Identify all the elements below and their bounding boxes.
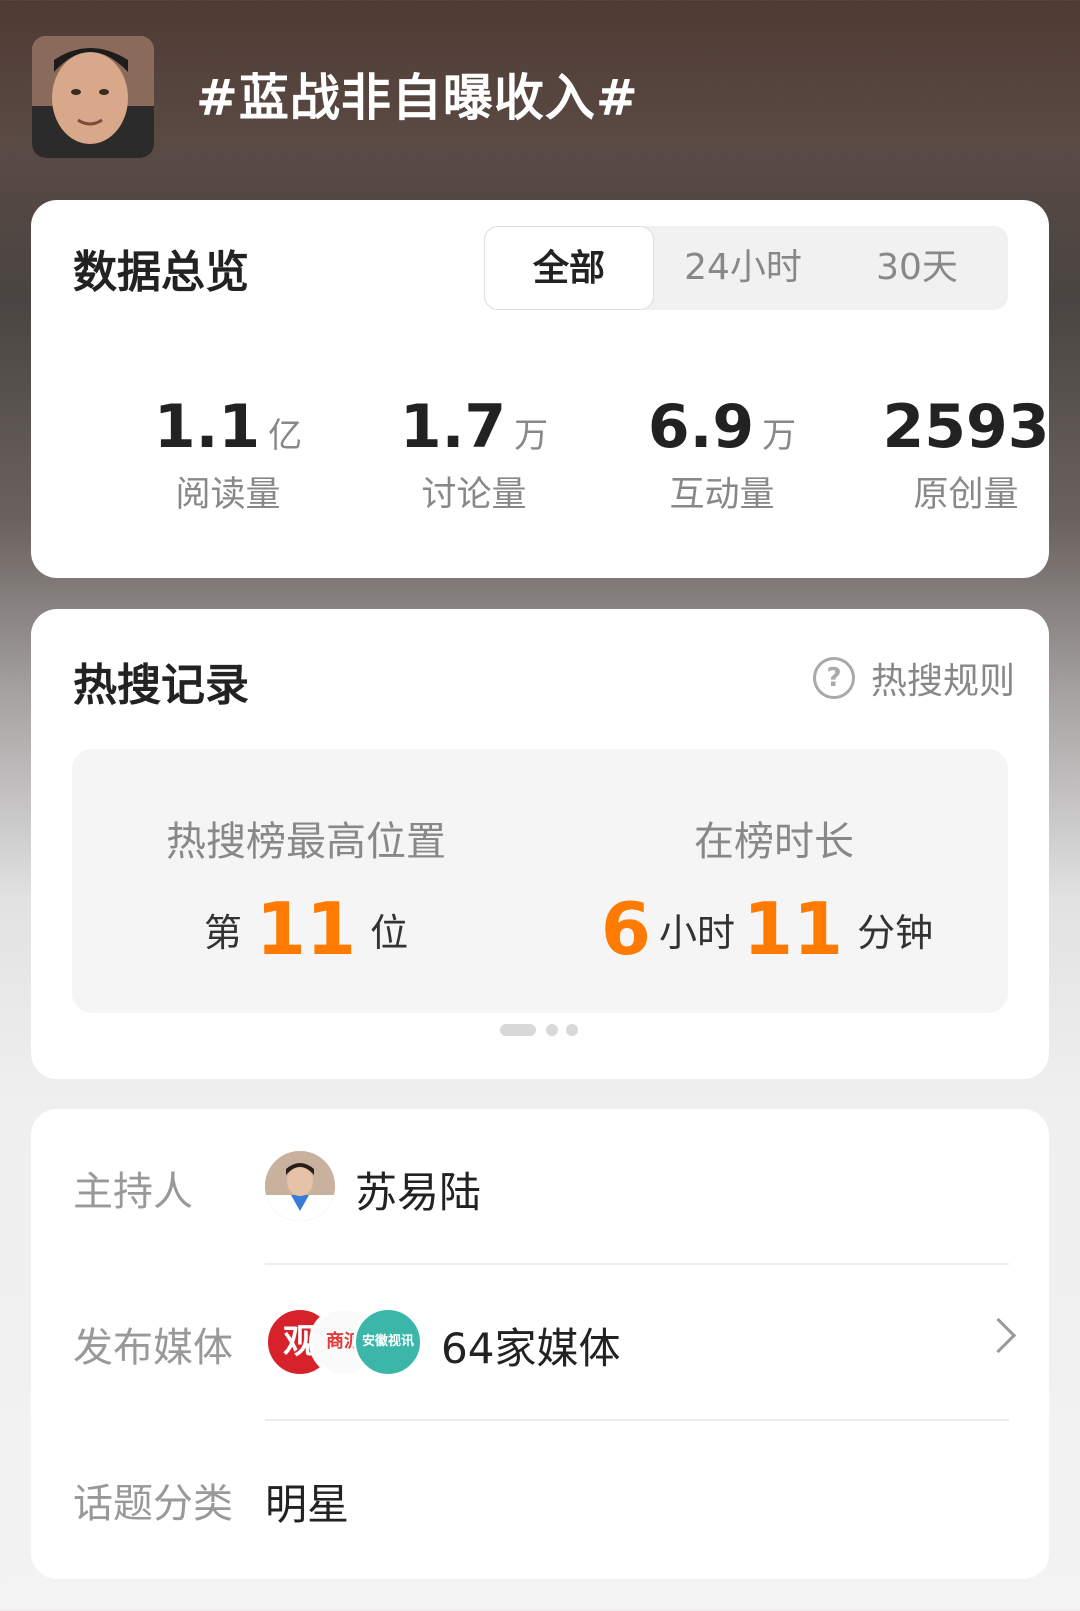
- chevron-right-icon[interactable]: [980, 1317, 1017, 1354]
- rules-link-label: 热搜规则: [870, 661, 1015, 702]
- rank-number: 11: [255, 887, 357, 971]
- stat-label: 互动量: [669, 475, 775, 515]
- host-name[interactable]: 苏易陆: [355, 1159, 481, 1220]
- hot-search-title: 热搜记录: [73, 660, 249, 711]
- stat-unit: 亿: [268, 416, 303, 456]
- page-dot-active: [500, 1024, 536, 1036]
- host-label: 主持人: [73, 1169, 193, 1215]
- hot-search-card: 热搜记录 ? 热搜规则 热搜榜最高位置 第 11 位 在榜时长 6 小时 11 分钟: [31, 609, 1049, 1079]
- page-dot: [546, 1024, 558, 1036]
- page-indicator: [500, 1024, 600, 1038]
- media-count[interactable]: 64家媒体: [441, 1315, 620, 1376]
- stat-label: 阅读量: [175, 475, 281, 515]
- overview-title: 数据总览: [73, 247, 249, 298]
- tab-24h[interactable]: 24小时: [656, 226, 830, 310]
- media-logo-anhui: 安徽视讯: [353, 1307, 423, 1377]
- page-dot: [566, 1024, 578, 1036]
- hot-search-stats: 热搜榜最高位置 第 11 位 在榜时长 6 小时 11 分钟: [72, 749, 1008, 1013]
- highest-position: 热搜榜最高位置 第 11 位: [72, 749, 540, 1013]
- topic-header: #蓝战非自曝收入#: [0, 0, 1080, 200]
- stat-value: 1.1: [153, 392, 261, 462]
- stat-value: 2593: [882, 392, 1050, 462]
- stat-value: 1.7: [399, 392, 507, 462]
- topic-cover-image: [32, 36, 154, 158]
- stat-label: 讨论量: [421, 475, 527, 515]
- media-row[interactable]: 发布媒体 观 商派 安徽视讯 64家媒体: [31, 1265, 1049, 1421]
- stat-label: 原创量: [913, 475, 1019, 515]
- highest-position-label: 热搜榜最高位置: [166, 819, 446, 865]
- rank-suffix: 位: [370, 910, 409, 955]
- duration-minutes: 11: [742, 887, 844, 971]
- stat-interactions: 6.9 万 互动量: [597, 392, 847, 517]
- category-value: 明星: [265, 1480, 350, 1529]
- highest-position-value: 第 11 位: [72, 887, 540, 971]
- stat-unit: 万: [762, 416, 797, 456]
- stat-value: 6.9: [647, 392, 755, 462]
- topic-title: #蓝战非自曝收入#: [196, 69, 639, 127]
- host-row[interactable]: 主持人 苏易陆: [31, 1109, 1049, 1265]
- duration-label: 在榜时长: [694, 819, 854, 865]
- hot-search-rules-link[interactable]: ? 热搜规则: [812, 653, 1015, 703]
- stat-discussions: 1.7 万 讨论量: [349, 392, 599, 517]
- stat-unit: 万: [514, 416, 549, 456]
- tab-30d[interactable]: 30天: [830, 226, 1004, 310]
- rank-prefix: 第: [203, 910, 242, 955]
- on-list-duration: 在榜时长 6 小时 11 分钟: [540, 749, 1008, 1013]
- category-row: 话题分类 明星: [31, 1421, 1049, 1577]
- host-avatar[interactable]: [265, 1151, 335, 1221]
- minutes-unit: 分钟: [857, 910, 934, 955]
- tab-all[interactable]: 全部: [484, 226, 654, 310]
- hours-unit: 小时: [658, 910, 735, 955]
- media-label: 发布媒体: [73, 1325, 233, 1371]
- media-logos: 观 商派 安徽视讯: [265, 1307, 425, 1377]
- stat-originals: 2593 原创量: [841, 392, 1080, 517]
- category-label: 话题分类: [73, 1481, 233, 1527]
- stat-reads: 1.1 亿 阅读量: [103, 392, 353, 517]
- time-range-tabs: 全部 24小时 30天: [484, 226, 1008, 310]
- topic-info-card: 主持人 苏易陆 发布媒体 观 商派 安徽视讯 64家媒体 话题分类 明星: [31, 1109, 1049, 1579]
- question-circle-icon: ?: [812, 657, 855, 699]
- duration-hours: 6: [600, 887, 651, 971]
- duration-value: 6 小时 11 分钟: [540, 887, 1008, 971]
- data-overview-card: 数据总览 全部 24小时 30天 1.1 亿 阅读量 1.7 万 讨论量 6.9 万 …: [31, 200, 1050, 578]
